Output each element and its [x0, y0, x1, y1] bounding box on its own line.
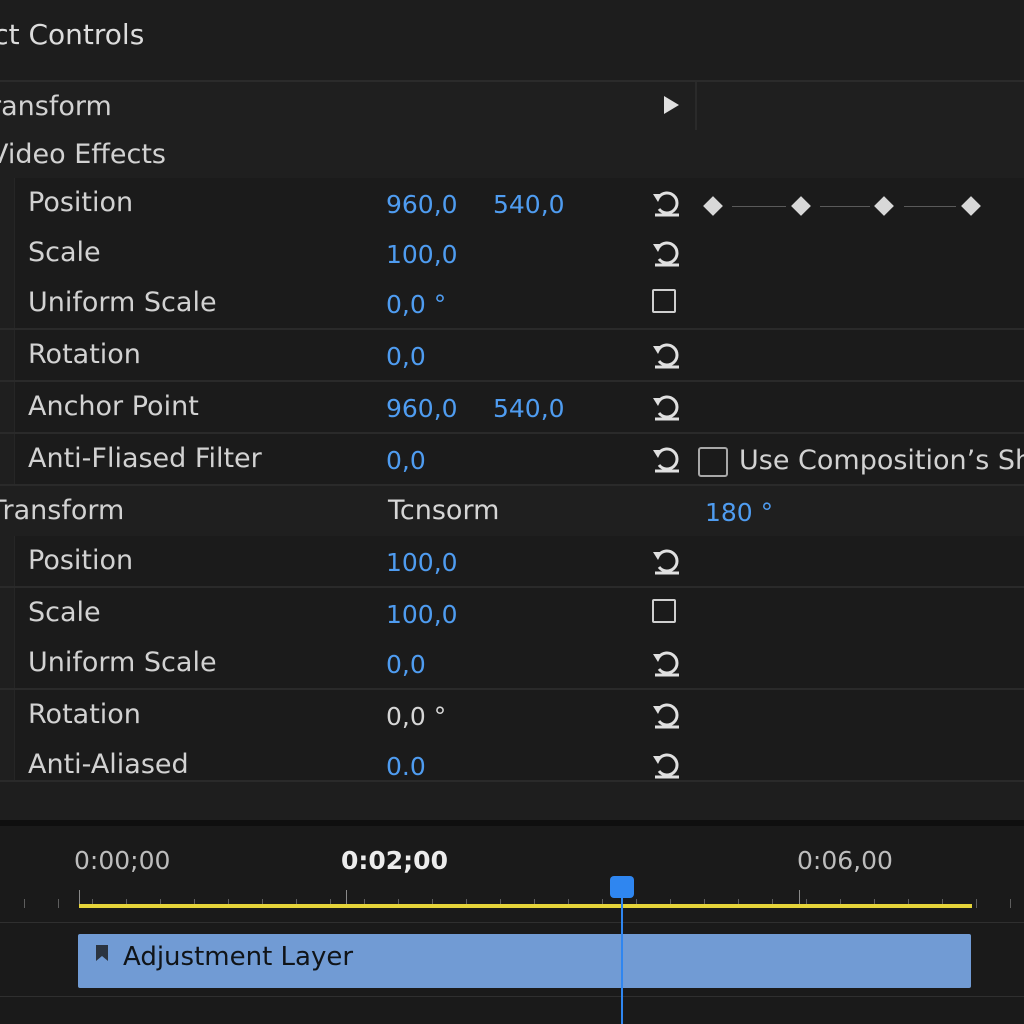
- timeline-divider: [695, 82, 697, 132]
- property-label: Position: [28, 545, 134, 576]
- value[interactable]: 0,0: [386, 436, 426, 486]
- panel-footer: [0, 780, 1024, 824]
- property-row-rotation-2[interactable]: Rotation 0,0 °: [0, 690, 1024, 742]
- value[interactable]: 0,0 °: [386, 692, 446, 742]
- section-transform[interactable]: Transform Tcnsorm 180 °: [0, 486, 1024, 538]
- value[interactable]: 100,0: [386, 590, 458, 640]
- property-label: Rotation: [28, 699, 141, 730]
- section-label: Transform: [0, 495, 125, 526]
- value-y[interactable]: 540,0: [493, 384, 565, 434]
- reset-icon[interactable]: [650, 186, 684, 220]
- keyframe-diamond[interactable]: [961, 196, 981, 216]
- value[interactable]: 0,0: [386, 640, 426, 690]
- keyframe-diamond[interactable]: [791, 196, 811, 216]
- value-x[interactable]: 960,0: [386, 180, 458, 230]
- reset-icon[interactable]: [650, 698, 684, 732]
- track-divider: [0, 922, 1024, 923]
- property-row-scale[interactable]: Scale 100,0: [0, 228, 1024, 280]
- value[interactable]: 100,0: [386, 538, 458, 588]
- effect-controls-app: ect Controls ransform Video Effects Posi…: [0, 0, 1024, 1024]
- property-label: Anti-Fliased Filter: [28, 443, 262, 474]
- value-x[interactable]: 960,0: [386, 384, 458, 434]
- adjustment-layer-clip[interactable]: Adjustment Layer: [78, 934, 971, 988]
- keyframe-connector: [904, 206, 956, 207]
- reset-icon[interactable]: [650, 442, 684, 476]
- section-right-value[interactable]: 180 °: [705, 488, 773, 538]
- section-transform-top[interactable]: ransform: [0, 82, 1024, 134]
- track-divider: [0, 996, 1024, 997]
- scale-checkbox[interactable]: [652, 599, 676, 623]
- panel-header: ect Controls: [0, 0, 1024, 82]
- property-label: Uniform Scale: [28, 647, 217, 678]
- value-y[interactable]: 540,0: [493, 180, 565, 230]
- playhead-line[interactable]: [621, 884, 623, 1024]
- use-composition-shutter-label: Use Composition’s Shut: [739, 445, 1024, 476]
- property-label: Anchor Point: [28, 391, 199, 422]
- property-label: Position: [28, 187, 134, 218]
- ruler-tick: [58, 899, 59, 908]
- uniform-scale-checkbox[interactable]: [652, 289, 676, 313]
- reset-icon[interactable]: [650, 338, 684, 372]
- property-row-uniform-scale[interactable]: Uniform Scale 0,0 °: [0, 278, 1024, 330]
- playhead-handle[interactable]: [610, 876, 634, 898]
- property-label: Scale: [28, 237, 101, 268]
- property-label: Uniform Scale: [28, 287, 217, 318]
- reset-icon[interactable]: [650, 748, 684, 782]
- play-triangle-icon[interactable]: [664, 96, 679, 114]
- property-label: Rotation: [28, 339, 141, 370]
- ruler-tick: [24, 899, 25, 908]
- ruler-tick: [976, 899, 977, 908]
- keyframe-track: [700, 180, 1024, 230]
- keyframe-connector: [732, 206, 786, 207]
- timecode-label: 0:02;00: [341, 846, 448, 875]
- property-row-rotation[interactable]: Rotation 0,0: [0, 330, 1024, 382]
- keyframe-diamond[interactable]: [874, 196, 894, 216]
- property-row-uniform-scale-2[interactable]: Uniform Scale 0,0: [0, 638, 1024, 690]
- section-video-effects[interactable]: Video Effects: [0, 130, 1024, 182]
- reset-icon[interactable]: [650, 390, 684, 424]
- timecode-label: 0:00;00: [74, 846, 171, 875]
- work-area-bar[interactable]: [79, 904, 972, 908]
- value[interactable]: 100,0: [386, 230, 458, 280]
- property-row-anti-aliased[interactable]: Anti-Aliased 0.0: [0, 740, 1024, 782]
- reset-icon[interactable]: [650, 236, 684, 270]
- clip-label: Adjustment Layer: [123, 942, 354, 972]
- keyframe-connector: [820, 206, 870, 207]
- property-row-position-2[interactable]: Position 100,0: [0, 536, 1024, 588]
- use-composition-shutter-checkbox[interactable]: [698, 447, 728, 477]
- value[interactable]: 0.0: [386, 742, 426, 780]
- reset-icon[interactable]: [650, 544, 684, 578]
- timecode-label: 0:06,00: [797, 846, 893, 875]
- timeline-panel: 0:00;00 0:02;00 0:06,00 Adjustment Layer: [0, 826, 1024, 1024]
- keyframe-diamond[interactable]: [703, 196, 723, 216]
- section-mid-text: Tcnsorm: [388, 495, 500, 526]
- property-label: Scale: [28, 597, 101, 628]
- section-label: Video Effects: [0, 139, 167, 170]
- value[interactable]: 0,0: [386, 332, 426, 382]
- panel-title: ect Controls: [0, 18, 145, 51]
- bookmark-icon: [96, 945, 108, 961]
- property-row-anchor-point[interactable]: Anchor Point 960,0 540,0: [0, 382, 1024, 434]
- value[interactable]: 0,0 °: [386, 280, 446, 330]
- ruler-tick: [1010, 899, 1011, 908]
- section-label: ransform: [0, 91, 112, 122]
- property-row-scale-2[interactable]: Scale 100,0: [0, 588, 1024, 640]
- reset-icon[interactable]: [650, 646, 684, 680]
- property-label: Anti-Aliased: [28, 749, 189, 780]
